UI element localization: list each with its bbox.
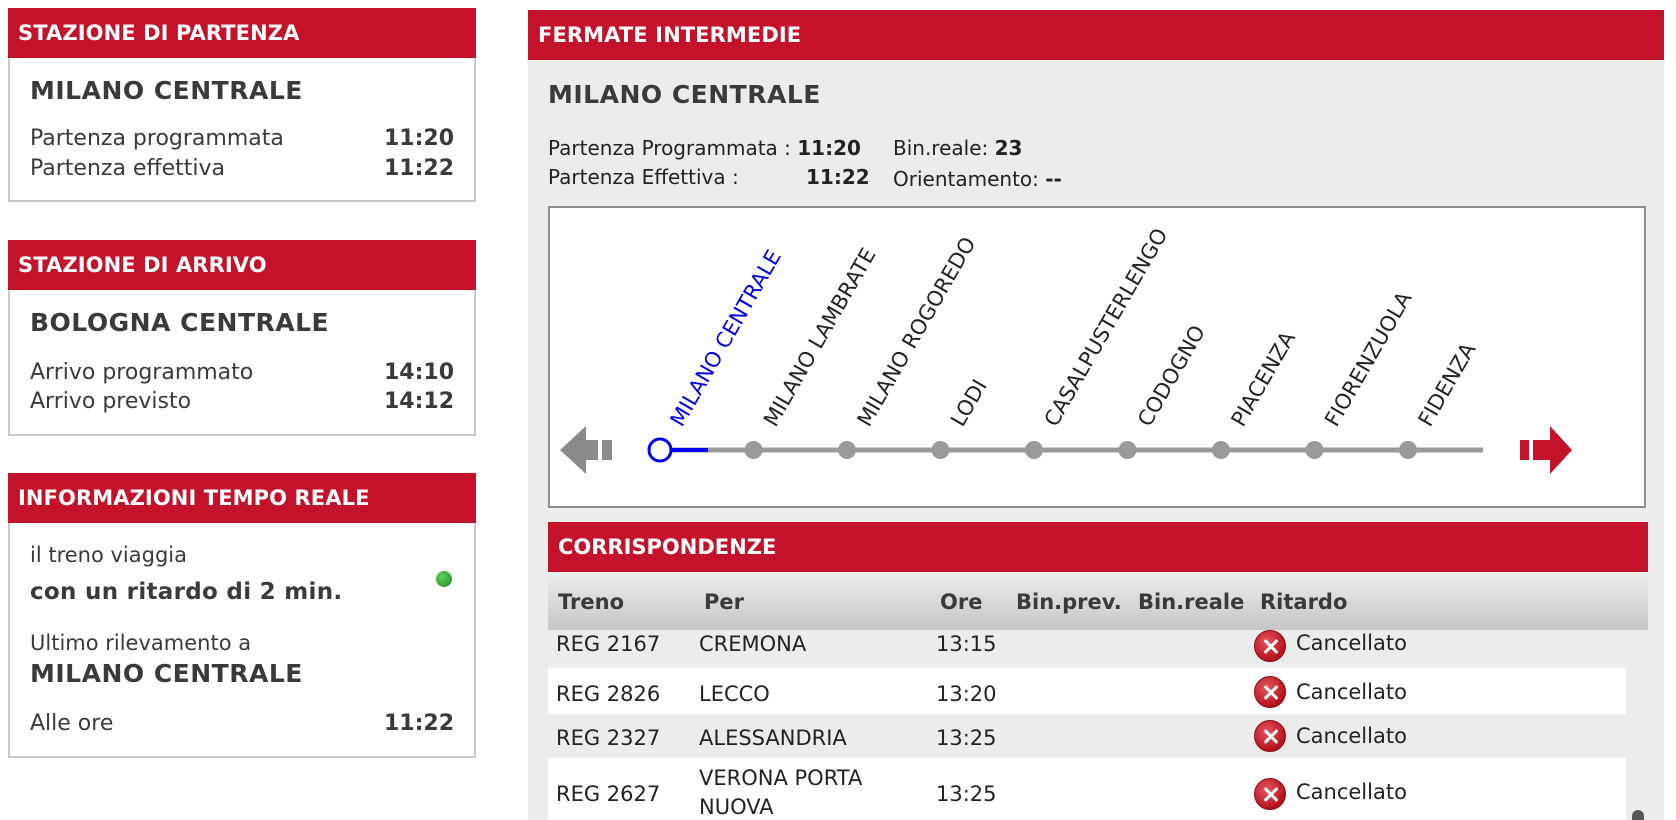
last-detection-time-label: Alle ore bbox=[30, 711, 114, 736]
orientation-value: -- bbox=[1045, 167, 1062, 191]
stop-label[interactable]: FIORENZUOLA bbox=[1320, 287, 1417, 430]
stop-marker[interactable] bbox=[1025, 441, 1043, 459]
stop-marker[interactable] bbox=[838, 441, 856, 459]
table-row: REG 2627 VERONA PORTA NUOVA 13:25 Cancel… bbox=[548, 758, 1626, 820]
col-bin-real: Bin.reale bbox=[1138, 590, 1245, 614]
orientation-row: Orientamento: -- bbox=[893, 167, 1062, 191]
stop-marker[interactable] bbox=[1212, 441, 1230, 459]
connections-table-body[interactable]: REG 2167 CREMONA 13:15 Cancellato REG 28… bbox=[548, 630, 1626, 820]
stop-marker-current[interactable] bbox=[647, 437, 673, 463]
orientation-label: Orientamento: bbox=[893, 167, 1039, 191]
last-detection-label: Ultimo rilevamento a bbox=[30, 631, 252, 655]
cancelled-icon bbox=[1254, 778, 1286, 810]
arrival-expected-row: Arrivo previsto 14:12 bbox=[30, 389, 454, 414]
realtime-travel-text: il treno viaggia bbox=[30, 543, 187, 567]
departure-header: STAZIONE DI PARTENZA bbox=[8, 8, 476, 58]
platform-label: Bin.reale: bbox=[893, 136, 989, 160]
intermediate-actual-label: Partenza Effettiva : bbox=[548, 165, 739, 189]
last-detection-time: 11:22 bbox=[383, 711, 454, 736]
stop-marker[interactable] bbox=[1118, 441, 1137, 459]
cancelled-icon bbox=[1254, 720, 1286, 752]
last-detection-row: Ultimo rilevamento a bbox=[30, 631, 454, 655]
last-detection-station: MILANO CENTRALE bbox=[30, 659, 303, 688]
col-delay: Ritardo bbox=[1260, 590, 1348, 614]
realtime-header: INFORMAZIONI TEMPO REALE bbox=[8, 473, 476, 523]
departure-panel: STAZIONE DI PARTENZA MILANO CENTRALE Par… bbox=[8, 8, 476, 202]
stop-marker[interactable] bbox=[1399, 441, 1417, 459]
departure-scheduled-time: 11:20 bbox=[383, 126, 454, 151]
stop-label[interactable]: PIACENZA bbox=[1227, 327, 1301, 431]
stops-map: MILANO CENTRALE MILANO LAMBRATE MILANO ROG… bbox=[548, 206, 1646, 508]
col-bin-prev: Bin.prev. bbox=[1016, 590, 1122, 614]
realtime-delay-text: con un ritardo di 2 min. bbox=[30, 579, 343, 605]
arrival-expected-time: 14:12 bbox=[383, 389, 454, 414]
intermediate-header: FERMATE INTERMEDIE bbox=[528, 10, 1664, 60]
intermediate-actual-time: 11:22 bbox=[806, 165, 870, 189]
table-scrollbar[interactable] bbox=[1632, 810, 1644, 820]
platform-value: 23 bbox=[994, 136, 1023, 160]
table-row: REG 2327 ALESSANDRIA 13:25 Cancellato bbox=[548, 714, 1626, 758]
arrival-scheduled-label: Arrivo programmato bbox=[30, 360, 254, 385]
platform-row: Bin.reale: 23 bbox=[893, 136, 1022, 160]
stop-marker[interactable] bbox=[744, 441, 763, 459]
col-to: Per bbox=[704, 590, 744, 614]
arrival-scheduled-time: 14:10 bbox=[383, 360, 454, 385]
realtime-panel: INFORMAZIONI TEMPO REALE il treno viaggi… bbox=[8, 473, 476, 758]
stop-label[interactable]: FIDENZA bbox=[1414, 338, 1481, 430]
arrow-right-icon[interactable] bbox=[1520, 426, 1572, 474]
arrival-expected-label: Arrivo previsto bbox=[30, 389, 192, 414]
connections-header: CORRISPONDENZE bbox=[548, 522, 1648, 572]
departure-scheduled-row: Partenza programmata 11:20 bbox=[30, 126, 454, 151]
table-row: REG 2167 CREMONA 13:15 Cancellato bbox=[548, 630, 1626, 668]
arrow-left-icon[interactable] bbox=[560, 426, 612, 474]
arrival-header: STAZIONE DI ARRIVO bbox=[8, 240, 476, 290]
cancelled-icon bbox=[1254, 630, 1286, 662]
stop-label[interactable]: LODI bbox=[946, 375, 992, 430]
departure-actual-label: Partenza effettiva bbox=[30, 156, 226, 181]
col-train: Treno bbox=[558, 590, 624, 614]
arrival-station: BOLOGNA CENTRALE bbox=[30, 308, 330, 337]
connections-table-header: Treno Per Ore Bin.prev. Bin.reale Ritard… bbox=[548, 572, 1648, 630]
intermediate-actual-row: Partenza Effettiva : bbox=[548, 165, 739, 189]
departure-actual-time: 11:22 bbox=[383, 156, 454, 181]
intermediate-scheduled-time: 11:20 bbox=[797, 136, 861, 160]
stops-diagram: MILANO CENTRALEMILANO LAMBRATEMILANO ROG… bbox=[560, 224, 1572, 474]
intermediate-scheduled-label: Partenza Programmata : bbox=[548, 136, 791, 160]
col-time: Ore bbox=[940, 590, 983, 614]
departure-scheduled-label: Partenza programmata bbox=[30, 126, 284, 151]
intermediate-scheduled-row: Partenza Programmata : 11:20 bbox=[548, 136, 861, 160]
cancelled-icon bbox=[1254, 676, 1286, 708]
departure-station: MILANO CENTRALE bbox=[30, 76, 303, 105]
arrival-scheduled-row: Arrivo programmato 14:10 bbox=[30, 360, 454, 385]
intermediate-panel: FERMATE INTERMEDIE MILANO CENTRALE Parte… bbox=[528, 10, 1664, 820]
stop-marker[interactable] bbox=[1305, 441, 1324, 459]
status-dot-icon bbox=[436, 571, 452, 587]
table-row: REG 2826 LECCO 13:20 Cancellato bbox=[548, 668, 1626, 714]
stop-label[interactable]: CODOGNO bbox=[1133, 321, 1210, 430]
stop-marker[interactable] bbox=[931, 441, 950, 459]
last-detection-time-row: Alle ore 11:22 bbox=[30, 711, 454, 736]
arrival-panel: STAZIONE DI ARRIVO BOLOGNA CENTRALE Arri… bbox=[8, 240, 476, 436]
intermediate-station: MILANO CENTRALE bbox=[548, 80, 821, 109]
departure-actual-row: Partenza effettiva 11:22 bbox=[30, 156, 454, 181]
